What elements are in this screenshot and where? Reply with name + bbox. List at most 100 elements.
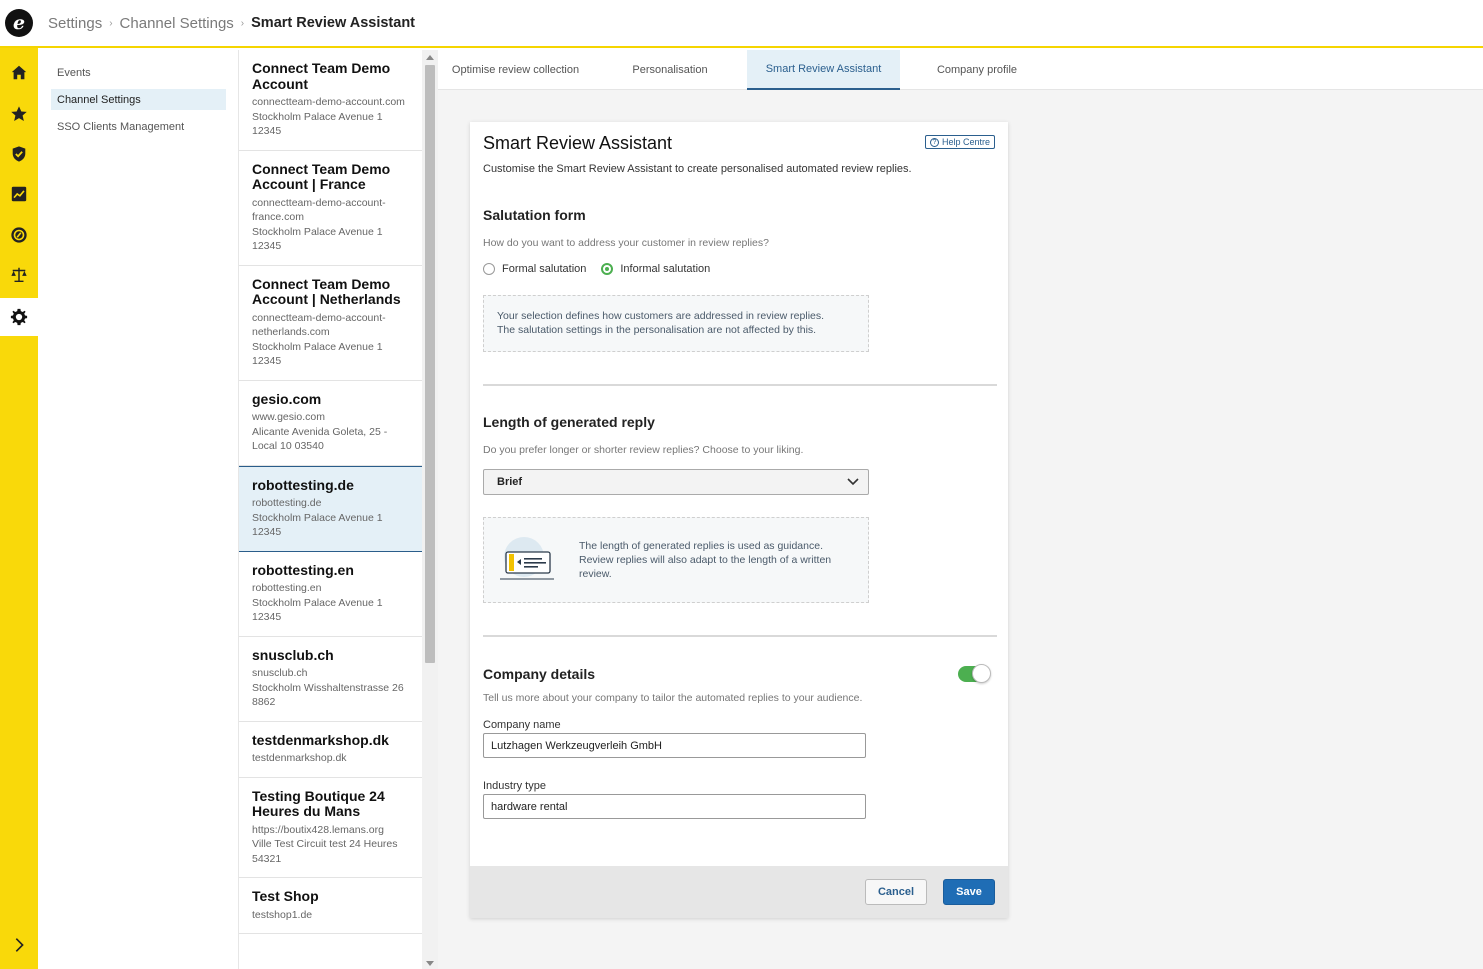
channel-domain: https://boutix428.lemans.org bbox=[252, 823, 384, 836]
cancel-button[interactable]: Cancel bbox=[865, 879, 927, 905]
salutation-question: How do you want to address your customer… bbox=[483, 237, 769, 249]
toggle-knob bbox=[972, 664, 991, 683]
divider bbox=[483, 384, 997, 386]
channel-name: Test Shop bbox=[252, 888, 319, 904]
informal-salutation-radio[interactable]: Informal salutation bbox=[601, 263, 710, 275]
channel-domain: robottesting.de bbox=[252, 497, 322, 509]
home-icon[interactable] bbox=[0, 54, 38, 92]
channel-item[interactable]: Testing Boutique 24 Heures du Mans https… bbox=[239, 778, 422, 878]
informal-salutation-label: Informal salutation bbox=[620, 263, 711, 275]
tab-optimise-review-collection[interactable]: Optimise review collection bbox=[438, 50, 593, 90]
trusted-badge-icon[interactable] bbox=[0, 216, 38, 254]
reply-length-title: Length of generated reply bbox=[483, 414, 655, 430]
channel-item[interactable]: snusclub.ch snusclub.ch Stockholm Wissha… bbox=[239, 637, 422, 722]
top-bar: e Settings › Channel Settings › Smart Re… bbox=[0, 0, 1483, 48]
main-content: Optimise review collection Personalisati… bbox=[438, 50, 1483, 969]
channel-address: Stockholm Palace Avenue 1 bbox=[252, 225, 383, 238]
company-details-toggle[interactable] bbox=[958, 664, 991, 683]
chevron-down-icon bbox=[847, 478, 859, 486]
chevron-right-icon[interactable] bbox=[0, 926, 38, 964]
channel-zip: 12345 bbox=[252, 125, 282, 137]
channel-list: Connect Team Demo Account connectteam-de… bbox=[238, 50, 422, 969]
breadcrumb-current: Smart Review Assistant bbox=[251, 15, 416, 31]
card-footer: Cancel Save bbox=[470, 866, 1008, 918]
channel-name: Testing Boutique 24 Heures du Mans bbox=[252, 787, 385, 819]
radio-circle-checked bbox=[601, 263, 614, 275]
channel-item[interactable]: Connect Team Demo Account | Netherlands … bbox=[239, 266, 422, 381]
reply-length-info-box: The length of generated replies is used … bbox=[483, 517, 869, 603]
tab-company-profile[interactable]: Company profile bbox=[900, 50, 1054, 90]
star-icon[interactable] bbox=[0, 95, 38, 133]
channel-domain: connectteam-demo-account-france.com bbox=[252, 196, 386, 224]
nav-item-sso-clients[interactable]: SSO Clients Management bbox=[51, 116, 226, 137]
salutation-info-box: Your selection defines how customers are… bbox=[483, 295, 869, 352]
salutation-options: Formal salutation Informal salutation bbox=[483, 263, 995, 275]
tab-bar: Optimise review collection Personalisati… bbox=[438, 50, 1483, 90]
reply-illustration-icon bbox=[500, 537, 554, 580]
channel-name: Connect Team Demo Account bbox=[252, 60, 391, 92]
gear-icon[interactable] bbox=[0, 298, 38, 336]
icon-rail bbox=[0, 48, 38, 969]
settings-nav: Events Channel Settings SSO Clients Mana… bbox=[38, 50, 238, 969]
channel-name: gesio.com bbox=[252, 390, 322, 407]
channel-item[interactable]: gesio.com www.gesio.com Alicante Avenida… bbox=[239, 381, 422, 466]
channel-zip: 12345 bbox=[252, 611, 282, 623]
breadcrumb: Settings › Channel Settings › Smart Revi… bbox=[48, 15, 415, 32]
channel-zip: 12345 bbox=[252, 355, 282, 367]
card-subtitle: Customise the Smart Review Assistant to … bbox=[483, 163, 912, 175]
scroll-down-arrow-icon[interactable] bbox=[426, 961, 434, 966]
logo[interactable]: e bbox=[0, 0, 38, 47]
reply-length-info-text: The length of generated replies is used … bbox=[579, 540, 832, 580]
question-icon: ? bbox=[929, 137, 939, 147]
channel-address: Stockholm Palace Avenue 1 bbox=[252, 511, 383, 524]
channel-domain: robottesting.en bbox=[252, 582, 322, 594]
salutation-title: Salutation form bbox=[483, 207, 586, 223]
channel-address: Stockholm Palace Avenue 1 bbox=[252, 596, 383, 609]
nav-item-events[interactable]: Events bbox=[51, 62, 226, 83]
channel-name: snusclub.ch bbox=[252, 646, 334, 663]
breadcrumb-separator: › bbox=[109, 17, 113, 29]
reply-length-value: Brief bbox=[497, 476, 523, 488]
formal-salutation-radio[interactable]: Formal salutation bbox=[483, 263, 586, 275]
card-title: Smart Review Assistant bbox=[483, 133, 673, 153]
channel-address: Stockholm Palace Avenue 1 bbox=[252, 340, 383, 353]
industry-type-label: Industry type bbox=[483, 780, 546, 792]
channel-address: Ville Test Circuit test 24 Heures 54321 bbox=[252, 838, 398, 865]
channel-item[interactable]: testdenmarkshop.dk testdenmarkshop.dk bbox=[239, 722, 422, 778]
scroll-thumb[interactable] bbox=[425, 65, 435, 663]
smart-review-assistant-card: Smart Review Assistant ? Help Centre Cus… bbox=[470, 122, 1008, 918]
divider bbox=[483, 635, 997, 637]
channel-domain: testdenmarkshop.dk bbox=[252, 752, 347, 764]
channel-list-scrollbar[interactable] bbox=[422, 50, 438, 969]
channel-name: Connect Team Demo Account | Netherlands bbox=[252, 275, 401, 307]
save-button[interactable]: Save bbox=[943, 879, 995, 905]
breadcrumb-channel-settings[interactable]: Channel Settings bbox=[120, 15, 234, 32]
channel-name: robottesting.de bbox=[252, 476, 354, 493]
shield-check-icon[interactable] bbox=[0, 135, 38, 173]
tab-smart-review-assistant[interactable]: Smart Review Assistant bbox=[747, 50, 900, 90]
company-details-title: Company details bbox=[483, 666, 596, 682]
channel-domain: connectteam-demo-account-netherlands.com bbox=[252, 311, 386, 339]
help-centre-button[interactable]: ? Help Centre bbox=[924, 135, 995, 149]
scroll-up-arrow-icon[interactable] bbox=[426, 55, 434, 60]
logo-icon: e bbox=[5, 9, 33, 37]
channel-domain: connectteam-demo-account.com bbox=[252, 96, 405, 108]
channel-name: testdenmarkshop.dk bbox=[252, 731, 389, 748]
nav-item-channel-settings[interactable]: Channel Settings bbox=[51, 89, 226, 110]
channel-item[interactable]: robottesting.en robottesting.en Stockhol… bbox=[239, 552, 422, 637]
chart-icon[interactable] bbox=[0, 175, 38, 213]
scale-icon[interactable] bbox=[0, 256, 38, 294]
company-name-input[interactable] bbox=[483, 733, 866, 758]
salutation-info-line1: Your selection defines how customers are… bbox=[497, 310, 825, 322]
channel-item-active[interactable]: robottesting.de robottesting.de Stockhol… bbox=[239, 465, 422, 552]
tab-personalisation[interactable]: Personalisation bbox=[593, 50, 747, 90]
channel-item[interactable]: Connect Team Demo Account connectteam-de… bbox=[239, 50, 422, 151]
salutation-info-line2: The salutation settings in the personali… bbox=[497, 324, 817, 336]
channel-name: robottesting.en bbox=[252, 561, 354, 578]
channel-item[interactable]: Connect Team Demo Account | France conne… bbox=[239, 151, 422, 266]
industry-type-input[interactable] bbox=[483, 794, 866, 819]
channel-item[interactable]: Test Shop testshop1.de bbox=[239, 878, 422, 934]
breadcrumb-settings[interactable]: Settings bbox=[48, 15, 102, 32]
reply-length-select[interactable]: Brief bbox=[483, 469, 869, 495]
channel-address: Stockholm Wisshaltenstrasse 26 8862 bbox=[252, 681, 404, 709]
